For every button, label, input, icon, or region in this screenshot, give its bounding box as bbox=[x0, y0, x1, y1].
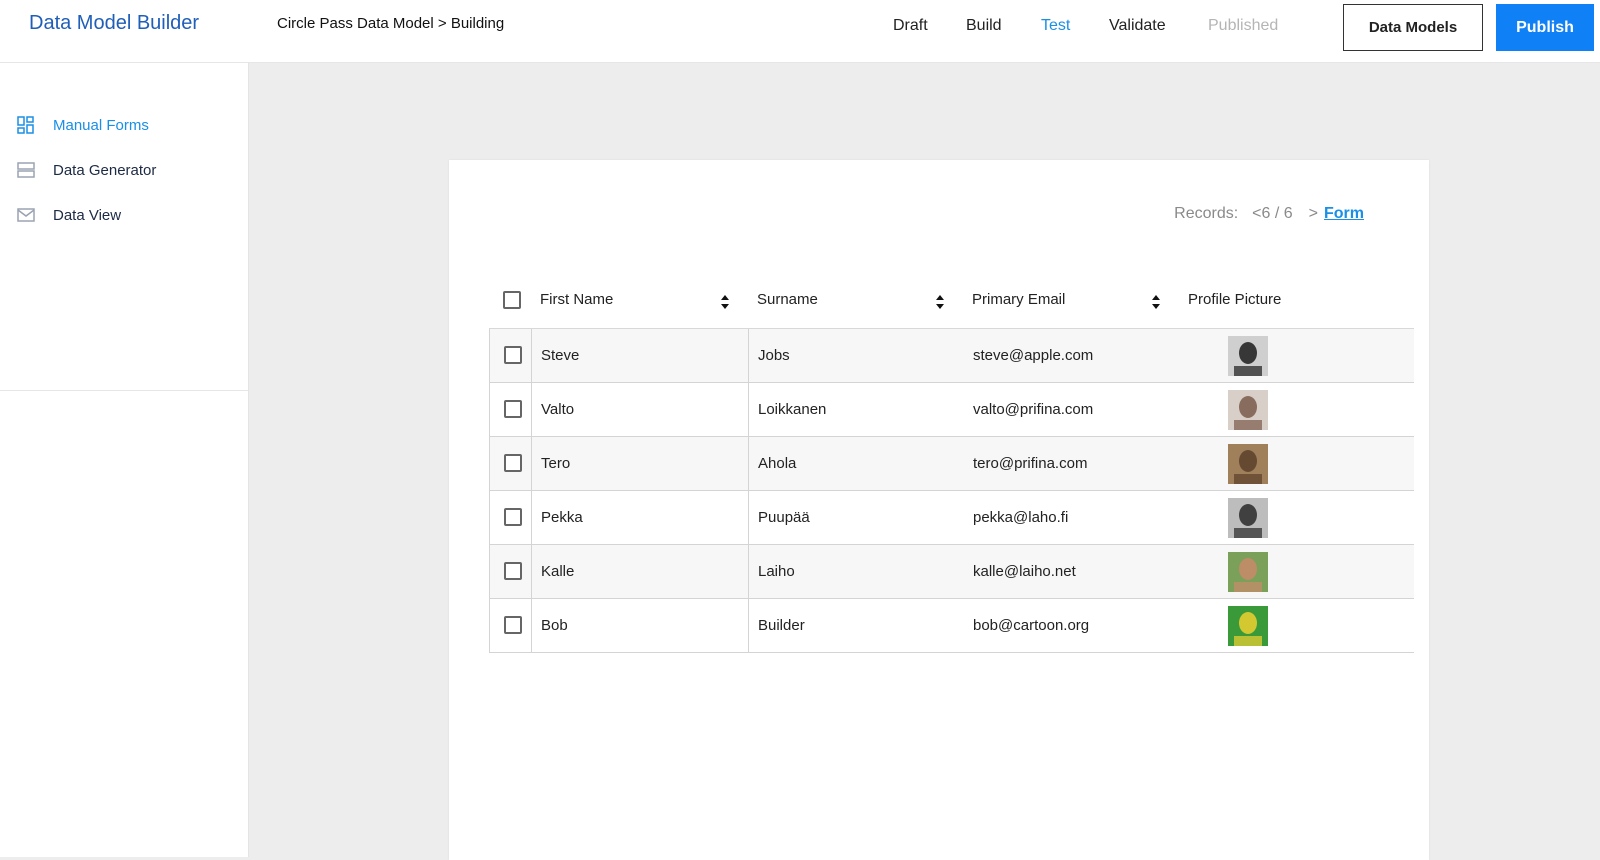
sidebar-item-data-generator[interactable]: Data Generator bbox=[0, 152, 249, 188]
breadcrumb: Circle Pass Data Model > Building bbox=[277, 15, 505, 32]
table-row[interactable]: Steve Jobs steve@apple.com bbox=[489, 329, 1414, 383]
app-title[interactable]: Data Model Builder bbox=[29, 12, 199, 35]
cell-surname: Ahola bbox=[758, 455, 797, 472]
next-record-button[interactable]: > bbox=[1309, 205, 1318, 223]
stacked-rows-icon bbox=[17, 162, 35, 178]
records-count: 6 / 6 bbox=[1261, 205, 1293, 222]
cell-divider bbox=[531, 437, 532, 490]
cell-first-name: Kalle bbox=[541, 563, 575, 580]
cell-first-name: Steve bbox=[541, 347, 580, 364]
sort-icon[interactable] bbox=[1151, 294, 1161, 310]
sidebar-item-data-view[interactable]: Data View bbox=[0, 197, 249, 233]
profile-picture bbox=[1228, 336, 1268, 376]
nav-test[interactable]: Test bbox=[1041, 17, 1070, 35]
row-checkbox[interactable] bbox=[504, 346, 522, 364]
form-link[interactable]: Form bbox=[1324, 205, 1364, 223]
column-header-surname[interactable]: Surname bbox=[757, 291, 818, 308]
column-header-primary-email[interactable]: Primary Email bbox=[972, 291, 1065, 308]
cell-email: kalle@laiho.net bbox=[973, 563, 1076, 580]
cell-divider bbox=[531, 329, 532, 382]
cell-surname: Loikkanen bbox=[758, 401, 827, 418]
previous-record-button[interactable]: < bbox=[1252, 205, 1261, 223]
envelope-icon bbox=[17, 208, 35, 222]
cell-divider bbox=[531, 383, 532, 436]
cell-email: bob@cartoon.org bbox=[973, 617, 1090, 634]
sidebar-item-label: Data View bbox=[53, 206, 122, 224]
cell-first-name: Bob bbox=[541, 617, 568, 634]
cell-divider bbox=[748, 383, 749, 436]
sidebar-item-label: Manual Forms bbox=[53, 116, 149, 134]
profile-picture bbox=[1228, 444, 1268, 484]
cell-email: tero@prifina.com bbox=[973, 455, 1088, 472]
cell-divider bbox=[531, 545, 532, 598]
profile-picture bbox=[1228, 390, 1268, 430]
table-header: First Name Surname Primary Email Profile… bbox=[489, 273, 1414, 329]
records-table: First Name Surname Primary Email Profile… bbox=[489, 273, 1414, 653]
cell-divider bbox=[531, 491, 532, 544]
cell-divider bbox=[748, 599, 749, 652]
cell-divider bbox=[531, 599, 532, 652]
nav-published[interactable]: Published bbox=[1208, 17, 1278, 35]
cell-divider bbox=[748, 491, 749, 544]
row-checkbox[interactable] bbox=[504, 454, 522, 472]
cell-surname: Jobs bbox=[758, 347, 790, 364]
table-row[interactable]: Bob Builder bob@cartoon.org bbox=[489, 599, 1414, 653]
records-pager: Records: < 6 / 6 > Form bbox=[1174, 205, 1364, 223]
column-header-first-name[interactable]: First Name bbox=[540, 291, 613, 308]
cell-first-name: Valto bbox=[541, 401, 575, 418]
cell-surname: Puupää bbox=[758, 509, 810, 526]
nav-draft[interactable]: Draft bbox=[893, 17, 928, 35]
row-checkbox[interactable] bbox=[504, 616, 522, 634]
cell-email: steve@apple.com bbox=[973, 347, 1094, 364]
records-label: Records: bbox=[1174, 205, 1239, 222]
table-row[interactable]: Valto Loikkanen valto@prifina.com bbox=[489, 383, 1414, 437]
sort-icon[interactable] bbox=[720, 294, 730, 310]
cell-email: pekka@laho.fi bbox=[973, 509, 1069, 526]
sidebar: Manual Forms Data Generator Data View bbox=[0, 63, 249, 857]
cell-surname: Builder bbox=[758, 617, 805, 634]
nav-validate[interactable]: Validate bbox=[1109, 17, 1166, 35]
column-header-profile-picture: Profile Picture bbox=[1188, 291, 1282, 308]
table-body: Steve Jobs steve@apple.com Valto Loikkanen va… bbox=[489, 329, 1414, 653]
data-models-button[interactable]: Data Models bbox=[1343, 4, 1483, 51]
profile-picture bbox=[1228, 498, 1268, 538]
row-checkbox[interactable] bbox=[504, 400, 522, 418]
cell-divider bbox=[748, 545, 749, 598]
dashboard-grid-icon bbox=[17, 116, 34, 134]
data-card: Records: < 6 / 6 > Form First Name Surna… bbox=[449, 160, 1429, 860]
cell-divider bbox=[748, 329, 749, 382]
cell-email: valto@prifina.com bbox=[973, 401, 1094, 418]
profile-picture bbox=[1228, 606, 1268, 646]
row-checkbox[interactable] bbox=[504, 508, 522, 526]
select-all-checkbox[interactable] bbox=[503, 291, 521, 309]
cell-first-name: Tero bbox=[541, 455, 571, 472]
sidebar-divider bbox=[0, 390, 249, 391]
top-header: Data Model Builder Circle Pass Data Mode… bbox=[0, 0, 1600, 63]
profile-picture bbox=[1228, 552, 1268, 592]
table-row[interactable]: Pekka Puupää pekka@laho.fi bbox=[489, 491, 1414, 545]
cell-first-name: Pekka bbox=[541, 509, 583, 526]
sort-icon[interactable] bbox=[935, 294, 945, 310]
cell-surname: Laiho bbox=[758, 563, 795, 580]
sidebar-item-label: Data Generator bbox=[53, 161, 157, 179]
sidebar-item-manual-forms[interactable]: Manual Forms bbox=[0, 107, 249, 143]
cell-divider bbox=[748, 437, 749, 490]
table-row[interactable]: Kalle Laiho kalle@laiho.net bbox=[489, 545, 1414, 599]
nav-build[interactable]: Build bbox=[966, 17, 1002, 35]
row-checkbox[interactable] bbox=[504, 562, 522, 580]
publish-button[interactable]: Publish bbox=[1496, 4, 1594, 51]
table-row[interactable]: Tero Ahola tero@prifina.com bbox=[489, 437, 1414, 491]
